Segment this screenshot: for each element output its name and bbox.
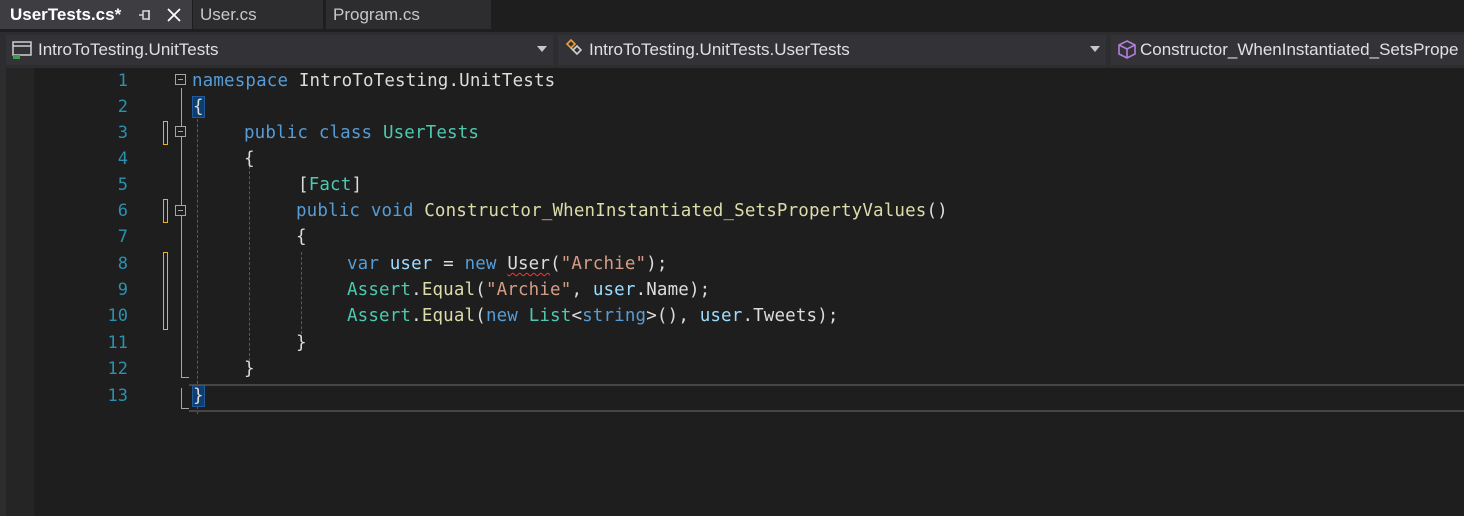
- code-text: var user = new User("Archie");: [347, 254, 668, 274]
- code-text: namespace IntroToTesting.UnitTests: [192, 71, 556, 91]
- code-line: 2 {: [0, 94, 1464, 120]
- line-number: 9: [117, 280, 128, 300]
- error-squiggle: User: [507, 254, 551, 274]
- code-text: public class UserTests: [244, 123, 480, 143]
- class-dropdown[interactable]: IntroToTesting.UnitTests.UserTests: [558, 35, 1106, 65]
- code-line: 4 {: [0, 146, 1464, 172]
- code-text: {: [244, 149, 255, 169]
- code-line: 1 namespace IntroToTesting.UnitTests: [0, 68, 1464, 94]
- code-line: 10 Assert.Equal(new List<string>(), user…: [0, 303, 1464, 329]
- line-number: 11: [107, 333, 128, 353]
- code-text: {: [296, 227, 307, 247]
- line-number: 1: [117, 71, 128, 91]
- member-dropdown-value: Constructor_WhenInstantiated_SetsPrope: [1140, 40, 1459, 59]
- code-text: {: [192, 94, 205, 120]
- line-number: 5: [117, 175, 128, 195]
- line-number: 4: [117, 149, 128, 169]
- line-number: 13: [107, 386, 128, 406]
- code-line: 11 }: [0, 330, 1464, 356]
- code-line: 8 var user = new User("Archie");: [0, 251, 1464, 277]
- matched-brace: }: [192, 385, 205, 407]
- line-number: 7: [117, 227, 128, 247]
- code-text: }: [192, 383, 205, 409]
- code-line: 5 [Fact]: [0, 172, 1464, 198]
- code-line: 3 public class UserTests: [0, 120, 1464, 146]
- chevron-down-icon: [537, 46, 547, 52]
- matched-brace: {: [192, 96, 205, 118]
- line-number: 10: [107, 306, 128, 326]
- code-text: }: [244, 359, 255, 379]
- tab-usertests[interactable]: UserTests.cs*: [0, 0, 192, 29]
- tab-label: Program.cs: [333, 4, 420, 24]
- line-number: 6: [117, 201, 128, 221]
- close-icon[interactable]: [165, 6, 183, 24]
- code-text: Assert.Equal(new List<string>(), user.Tw…: [347, 306, 839, 326]
- code-line: 12 }: [0, 356, 1464, 382]
- member-dropdown[interactable]: Constructor_WhenInstantiated_SetsPrope: [1111, 35, 1464, 65]
- code-line: 7 {: [0, 224, 1464, 250]
- line-number: 2: [117, 97, 128, 117]
- line-number: 12: [107, 359, 128, 379]
- line-number: 3: [117, 123, 128, 143]
- code-editor[interactable]: 1 namespace IntroToTesting.UnitTests 2 {…: [0, 68, 1464, 516]
- tab-label: User.cs: [200, 4, 257, 24]
- project-dropdown[interactable]: IntroToTesting.UnitTests: [6, 35, 553, 65]
- class-dropdown-value: IntroToTesting.UnitTests.UserTests: [589, 40, 850, 59]
- project-dropdown-value: IntroToTesting.UnitTests: [38, 40, 219, 59]
- code-text: [Fact]: [298, 175, 363, 195]
- navigation-bar: IntroToTesting.UnitTests IntroToTesting.…: [0, 32, 1464, 68]
- code-line: 13 }: [0, 383, 1464, 409]
- tab-program[interactable]: Program.cs: [326, 0, 491, 29]
- code-line: 6 public void Constructor_WhenInstantiat…: [0, 198, 1464, 224]
- document-tab-strip: UserTests.cs* User.cs Program.cs: [0, 0, 1464, 32]
- code-text: public void Constructor_WhenInstantiated…: [296, 201, 948, 221]
- code-text: Assert.Equal("Archie", user.Name);: [347, 280, 711, 300]
- line-number: 8: [117, 254, 128, 274]
- pin-icon[interactable]: [137, 7, 153, 23]
- method-cube-icon: [1118, 40, 1136, 59]
- csharp-project-icon: [12, 41, 32, 59]
- tab-label: UserTests.cs*: [10, 4, 122, 24]
- chevron-down-icon: [1090, 46, 1100, 52]
- tab-user[interactable]: User.cs: [193, 0, 323, 29]
- class-icon: [565, 39, 583, 56]
- code-text: }: [296, 333, 307, 353]
- code-line: 9 Assert.Equal("Archie", user.Name);: [0, 277, 1464, 303]
